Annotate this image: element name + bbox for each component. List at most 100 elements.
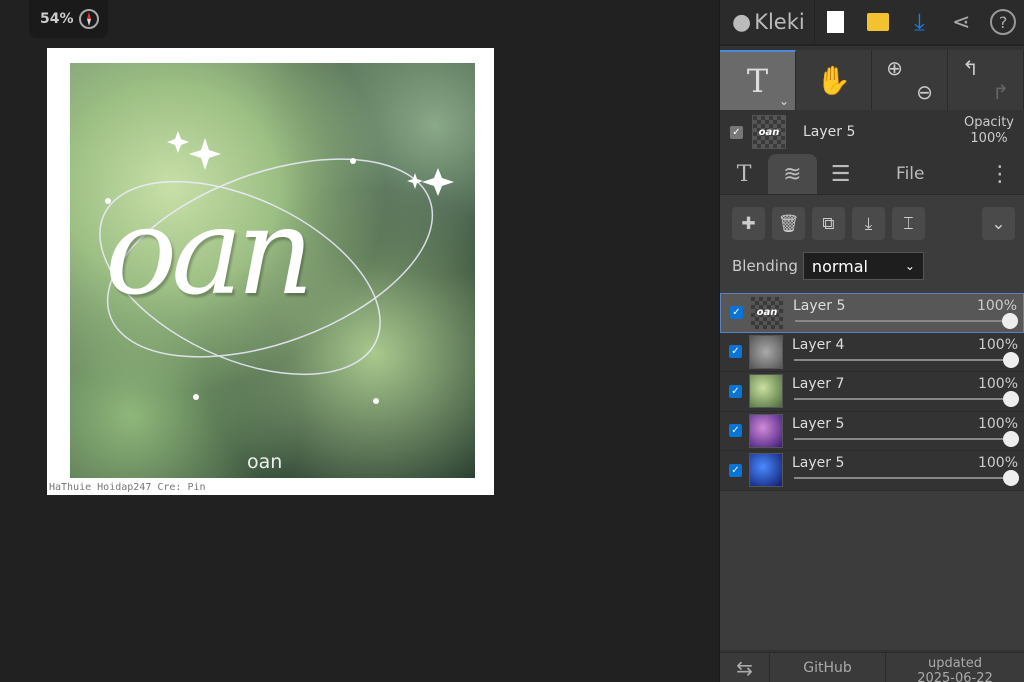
layer-name: Layer 4 bbox=[792, 336, 845, 353]
slider-knob[interactable] bbox=[1003, 470, 1019, 486]
layer-name: Layer 7 bbox=[792, 376, 845, 392]
share-button[interactable]: ⋖ bbox=[940, 0, 982, 45]
download-icon: ⤓ bbox=[914, 8, 925, 36]
layer-thumbnail: oan bbox=[750, 295, 784, 330]
layer-visibility-checkbox[interactable]: ✓ bbox=[729, 463, 742, 477]
layer-options-button[interactable]: ⌄ bbox=[982, 207, 1015, 240]
zoom-buttons: ⊕ ⊖ bbox=[872, 50, 948, 110]
layer-row[interactable]: ✓ Layer 5 100% bbox=[720, 451, 1024, 491]
layer-name: Layer 5 bbox=[793, 298, 846, 314]
zoom-indicator[interactable]: 54% bbox=[29, 0, 108, 38]
layer-opacity-slider[interactable] bbox=[794, 430, 1019, 447]
merge-down-button[interactable]: ⤓ bbox=[852, 207, 885, 240]
art-caption: oan bbox=[247, 451, 283, 473]
tab-text[interactable]: T bbox=[720, 154, 768, 194]
current-layer-name: Layer 5 bbox=[803, 124, 856, 140]
swap-side-button[interactable]: ⇆ bbox=[720, 653, 770, 682]
layers-icon: ≋ bbox=[783, 161, 802, 187]
undo-icon[interactable]: ↰ bbox=[962, 56, 979, 80]
duplicate-icon: ⧉ bbox=[822, 213, 835, 234]
layer-row[interactable]: ✓ Layer 7 100% bbox=[720, 372, 1024, 412]
layer-thumbnail bbox=[749, 413, 783, 448]
layer-visibility-checkbox[interactable]: ✓ bbox=[729, 345, 742, 359]
merge-down-icon: ⤓ bbox=[864, 213, 873, 234]
layer-thumbnail bbox=[749, 374, 783, 409]
add-layer-button[interactable]: ✚ bbox=[732, 207, 765, 240]
chevron-down-icon[interactable]: ⌄ bbox=[779, 94, 789, 108]
kleki-icon: ● bbox=[732, 9, 752, 35]
folder-icon bbox=[866, 13, 889, 31]
history-buttons: ↰ ↱ bbox=[948, 50, 1024, 110]
open-image-button[interactable] bbox=[857, 0, 899, 45]
github-link[interactable]: GitHub bbox=[770, 653, 886, 682]
new-file-icon bbox=[827, 11, 845, 33]
text-tool-icon: T bbox=[746, 62, 769, 100]
text-icon: T bbox=[736, 161, 752, 187]
hand-tool-button[interactable]: ✋ bbox=[796, 50, 872, 110]
save-button[interactable]: ⤓ bbox=[898, 0, 940, 45]
layers-panel: ✚ 🗑 ⧉ ⤓ ⌶ ⌄ Blending normal ⌄ ✓ oan Layer… bbox=[720, 194, 1024, 650]
panel-tabs: T ≋ ☰ File ⋮ bbox=[720, 154, 1024, 194]
delete-layer-button[interactable]: 🗑 bbox=[772, 207, 805, 240]
more-menu-button[interactable]: ⋮ bbox=[976, 154, 1024, 194]
kleki-logo[interactable]: ● Kleki bbox=[720, 0, 815, 44]
current-layer-checkbox[interactable]: ✓ bbox=[730, 125, 743, 139]
layer-row[interactable]: ✓ Layer 5 100% bbox=[720, 411, 1024, 451]
layer-opacity: 100% bbox=[977, 415, 1018, 432]
help-button[interactable]: ? bbox=[982, 0, 1024, 45]
layer-opacity: 100% bbox=[977, 376, 1018, 392]
credit-text: HaThuie Hoidap247 Cre: Pin bbox=[49, 482, 206, 493]
layer-list: ✓ oan Layer 5 100% ✓ Layer 4 100% ✓ Laye… bbox=[720, 293, 1024, 491]
layer-row[interactable]: ✓ Layer 4 100% bbox=[720, 332, 1024, 372]
updated-date: 2025-06-22 bbox=[917, 670, 993, 682]
redo-icon[interactable]: ↱ bbox=[992, 80, 1009, 104]
new-image-button[interactable] bbox=[815, 0, 857, 45]
slider-knob[interactable] bbox=[1003, 351, 1019, 368]
layer-opacity-slider[interactable] bbox=[794, 470, 1019, 486]
tab-layers[interactable]: ≋ bbox=[768, 154, 817, 194]
layer-opacity: 100% bbox=[977, 336, 1018, 353]
swap-icon: ⇆ bbox=[736, 655, 753, 680]
layer-opacity-slider[interactable] bbox=[794, 351, 1019, 368]
duplicate-layer-button[interactable]: ⧉ bbox=[812, 207, 845, 240]
opacity-label: Opacity bbox=[963, 115, 1014, 130]
tool-row: T ⌄ ✋ ⊕ ⊖ ↰ ↱ bbox=[720, 50, 1024, 110]
zoom-level: 54% bbox=[40, 11, 74, 27]
layer-row[interactable]: ✓ oan Layer 5 100% bbox=[720, 293, 1024, 333]
blending-label: Blending bbox=[732, 257, 798, 275]
layer-thumbnail bbox=[749, 453, 783, 488]
blending-select[interactable]: normal ⌄ bbox=[802, 252, 924, 280]
opacity-value: 100% bbox=[970, 131, 1008, 146]
chevron-down-icon: ⌄ bbox=[904, 259, 915, 273]
sidebar: ● Kleki ⤓ ⋖ ? T ⌄ ✋ ⊕ ⊖ ↰ ↱ ✓ oan Layer 5 Op… bbox=[719, 0, 1024, 682]
layer-visibility-checkbox[interactable]: ✓ bbox=[729, 424, 742, 438]
hand-icon: ✋ bbox=[816, 63, 851, 97]
canvas-image[interactable]: oan oan HaThuie Hoidap247 Cre: Pin bbox=[47, 48, 494, 495]
art-title: oan bbox=[105, 183, 314, 322]
rename-icon: ⌶ bbox=[903, 213, 914, 234]
layer-opacity: 100% bbox=[976, 298, 1017, 314]
layer-opacity-slider[interactable] bbox=[795, 313, 1018, 329]
slider-knob[interactable] bbox=[1002, 313, 1018, 329]
rename-layer-button[interactable]: ⌶ bbox=[892, 207, 925, 240]
zoom-in-icon[interactable]: ⊕ bbox=[886, 56, 903, 80]
slider-knob[interactable] bbox=[1003, 430, 1019, 447]
tab-adjustments[interactable]: ☰ bbox=[817, 154, 865, 194]
compass-icon[interactable] bbox=[78, 9, 99, 29]
zoom-out-icon[interactable]: ⊖ bbox=[916, 80, 933, 104]
layer-opacity: 100% bbox=[977, 455, 1018, 471]
plus-icon: ✚ bbox=[741, 213, 756, 234]
slider-knob[interactable] bbox=[1003, 391, 1019, 407]
logo-text: Kleki bbox=[754, 10, 805, 34]
trash-icon: 🗑 bbox=[777, 213, 800, 234]
share-icon: ⋖ bbox=[952, 9, 971, 35]
updated-label: updated bbox=[927, 655, 983, 671]
layer-visibility-checkbox[interactable]: ✓ bbox=[729, 384, 742, 398]
layer-name: Layer 5 bbox=[792, 455, 845, 471]
layer-opacity-slider[interactable] bbox=[794, 391, 1019, 407]
current-layer-info: ✓ oan Layer 5 Opacity 100% bbox=[720, 110, 1024, 154]
current-layer-thumbnail: oan bbox=[752, 115, 786, 149]
text-tool-button[interactable]: T ⌄ bbox=[720, 50, 796, 110]
layer-visibility-checkbox[interactable]: ✓ bbox=[730, 306, 743, 320]
tab-file[interactable]: File bbox=[865, 154, 956, 194]
